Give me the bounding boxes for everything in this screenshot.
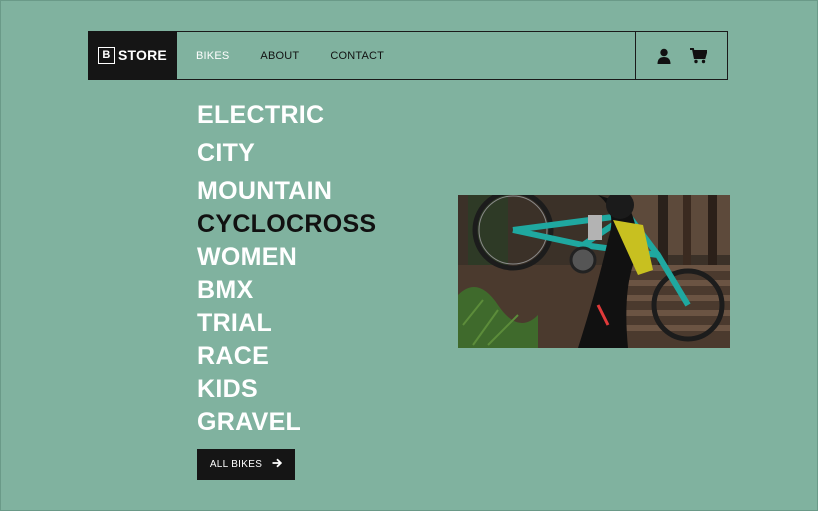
store-logo[interactable]: B STORE	[88, 30, 177, 80]
category-race[interactable]: RACE	[197, 340, 376, 373]
category-city[interactable]: CITY	[197, 137, 376, 170]
arrow-right-icon	[272, 458, 283, 471]
logo-mark: B	[98, 46, 115, 64]
category-trial[interactable]: TRIAL	[197, 307, 376, 340]
category-electric[interactable]: ELECTRIC	[197, 99, 376, 132]
all-bikes-button[interactable]: ALL BIKES	[197, 449, 295, 480]
cyclocross-photo	[458, 195, 730, 348]
category-bmx[interactable]: BMX	[197, 274, 376, 307]
header-icons	[635, 32, 727, 79]
site-header: B STORE BIKES ABOUT CONTACT	[88, 30, 728, 80]
logo-text: STORE	[118, 47, 167, 63]
nav-about[interactable]: ABOUT	[260, 50, 299, 62]
nav-contact[interactable]: CONTACT	[330, 50, 384, 62]
category-cyclocross[interactable]: CYCLOCROSS	[197, 208, 376, 241]
category-list: ELECTRIC CITY MOUNTAIN CYCLOCROSS WOMEN …	[197, 99, 376, 439]
user-icon[interactable]	[657, 48, 671, 64]
category-kids[interactable]: KIDS	[197, 373, 376, 406]
cart-icon[interactable]	[689, 47, 707, 64]
category-gravel[interactable]: GRAVEL	[197, 406, 376, 439]
category-women[interactable]: WOMEN	[197, 241, 376, 274]
all-bikes-label: ALL BIKES	[209, 459, 263, 470]
main-nav: BIKES ABOUT CONTACT	[196, 50, 415, 62]
nav-bikes[interactable]: BIKES	[196, 50, 229, 62]
category-mountain[interactable]: MOUNTAIN	[197, 175, 376, 208]
